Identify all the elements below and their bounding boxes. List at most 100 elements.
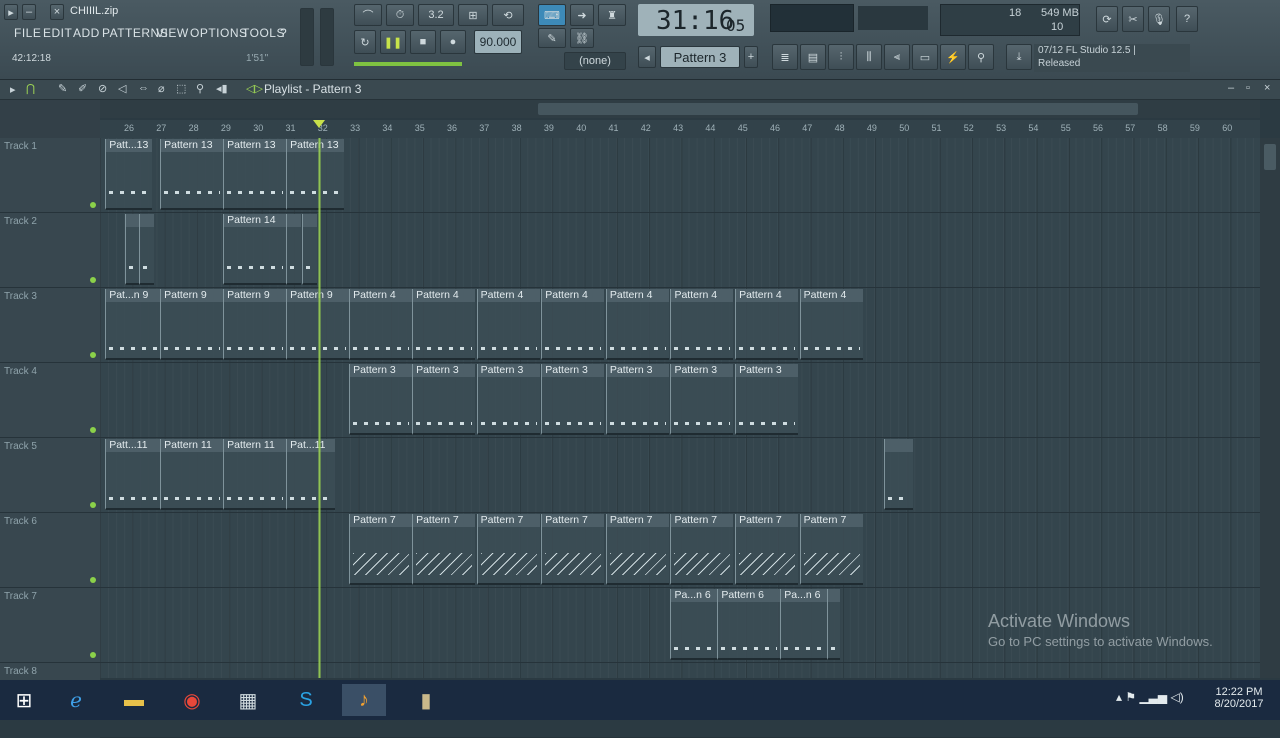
- master-pitch-slider[interactable]: [320, 8, 334, 66]
- menu-tools[interactable]: TOOLS: [242, 26, 285, 42]
- track-mute-led[interactable]: [90, 202, 96, 208]
- pattern-clip[interactable]: Pattern 4: [541, 289, 605, 360]
- link-icon[interactable]: ⛓: [570, 28, 594, 48]
- playlist-menu-arrow[interactable]: ▸: [10, 83, 16, 96]
- pattern-clip[interactable]: Pattern 7: [605, 514, 669, 585]
- plug-icon[interactable]: ⚡: [940, 44, 966, 70]
- vertical-scrollbar[interactable]: [1260, 138, 1280, 678]
- stop-button[interactable]: ■: [410, 30, 436, 54]
- piano-roll-icon[interactable]: ▤: [800, 44, 826, 70]
- record-button[interactable]: ●: [440, 30, 466, 54]
- loop-record-icon[interactable]: ⟲: [492, 4, 524, 26]
- slice-tool-icon[interactable]: ⌀: [158, 82, 165, 95]
- pattern-selector[interactable]: Pattern 3: [660, 46, 740, 68]
- timeline-ruler[interactable]: 26 27 28 29 30 31 32 33 34 35 36 37 38 39 40 41 42 43 44 45…: [100, 120, 1260, 138]
- toolbox-icon[interactable]: ▮: [404, 684, 448, 716]
- pattern-add-button[interactable]: +: [744, 46, 758, 68]
- mute-tool-icon[interactable]: ◁: [118, 82, 126, 95]
- close-icon[interactable]: ×: [50, 4, 64, 20]
- skype-icon[interactable]: S: [284, 684, 328, 716]
- menu-options[interactable]: OPTIONS: [190, 26, 248, 42]
- track-header[interactable]: Track 3: [0, 288, 100, 363]
- pattern-clip[interactable]: [827, 589, 841, 660]
- horizontal-scrollbar[interactable]: [100, 100, 1260, 118]
- channel-rack-icon[interactable]: ⫶: [828, 44, 854, 70]
- pause-button[interactable]: ❚❚: [380, 30, 406, 54]
- pattern-clip[interactable]: [302, 214, 317, 285]
- pattern-clip[interactable]: Pattern 13: [286, 139, 345, 210]
- pattern-clip[interactable]: Pattern 9: [160, 289, 224, 360]
- metronome-icon[interactable]: ⏱: [386, 4, 414, 26]
- menu-file[interactable]: FILE: [14, 26, 41, 42]
- pattern-clip[interactable]: Pattern 6: [717, 589, 781, 660]
- menu-add[interactable]: ADD: [73, 26, 100, 42]
- pattern-clip[interactable]: Patt...13: [105, 139, 153, 210]
- pencil-tool-icon[interactable]: ✎: [58, 82, 67, 95]
- track-mute-led[interactable]: [90, 277, 96, 283]
- pattern-song-toggle[interactable]: ⌒: [354, 4, 382, 26]
- paint-tool-icon[interactable]: ✐: [78, 82, 87, 95]
- pattern-clip[interactable]: Pattern 3: [476, 364, 540, 435]
- pattern-clip[interactable]: Pattern 3: [735, 364, 799, 435]
- zoom-tool-icon[interactable]: ⚲: [196, 82, 204, 95]
- magnet-icon[interactable]: ⋂: [26, 82, 35, 95]
- track-header[interactable]: Track 7: [0, 588, 100, 663]
- pattern-clip[interactable]: Pattern 14: [223, 214, 287, 285]
- refresh-icon[interactable]: ⟳: [1096, 6, 1118, 32]
- plugin-icon[interactable]: ⫷: [884, 44, 910, 70]
- windows-start-icon[interactable]: ⊞: [2, 684, 46, 716]
- microphone-icon[interactable]: 🎙: [1148, 6, 1170, 32]
- download-icon[interactable]: ⤓: [1006, 44, 1032, 70]
- pattern-clip[interactable]: Pat...n 9: [105, 289, 161, 360]
- pattern-clip[interactable]: Pattern 4: [349, 289, 413, 360]
- pattern-clip[interactable]: Pattern 4: [670, 289, 734, 360]
- track-mute-led[interactable]: [90, 427, 96, 433]
- pattern-clip[interactable]: Pa...n 6: [780, 589, 828, 660]
- file-explorer-icon[interactable]: ▬: [112, 684, 156, 716]
- horizontal-scroll-thumb[interactable]: [538, 103, 1138, 115]
- loop-button[interactable]: ↻: [354, 30, 376, 54]
- pattern-clip[interactable]: Pattern 7: [735, 514, 799, 585]
- pattern-clip[interactable]: Pattern 4: [799, 289, 863, 360]
- pattern-clip[interactable]: Pattern 4: [735, 289, 799, 360]
- pattern-clip[interactable]: [139, 214, 154, 285]
- news-panel[interactable]: 07/12 FL Studio 12.5 | Released: [1034, 44, 1190, 72]
- pattern-prev-button[interactable]: ◂: [638, 46, 656, 68]
- playlist-close-icon[interactable]: ×: [1264, 82, 1270, 94]
- playlist-arrow-icon[interactable]: ◁▷: [246, 82, 263, 95]
- pattern-clip[interactable]: Pattern 13: [223, 139, 287, 210]
- mixer-icon[interactable]: ⫼: [856, 44, 882, 70]
- hand-icon[interactable]: ♜: [598, 4, 626, 26]
- snap-dropdown[interactable]: (none): [564, 52, 626, 70]
- pattern-clip[interactable]: Pattern 13: [160, 139, 224, 210]
- select-tool-icon[interactable]: ⬚: [176, 82, 186, 95]
- pattern-clip[interactable]: Pat...11: [286, 439, 335, 510]
- track-header[interactable]: Track 4: [0, 363, 100, 438]
- position-slider[interactable]: [354, 62, 462, 66]
- pattern-clip[interactable]: Pattern 9: [223, 289, 287, 360]
- tools-icon[interactable]: ✂: [1122, 6, 1144, 32]
- vertical-scroll-thumb[interactable]: [1264, 144, 1276, 170]
- pattern-clip[interactable]: Pattern 3: [541, 364, 605, 435]
- browser-icon[interactable]: ▭: [912, 44, 938, 70]
- arrow-right-icon[interactable]: ➜: [570, 4, 594, 26]
- master-volume-slider[interactable]: [300, 8, 314, 66]
- track-mute-led[interactable]: [90, 352, 96, 358]
- pattern-clip[interactable]: Pattern 7: [349, 514, 413, 585]
- lamp-icon[interactable]: ⚲: [968, 44, 994, 70]
- pattern-clip[interactable]: Patt...11: [105, 439, 161, 510]
- pattern-clip[interactable]: Pattern 4: [412, 289, 476, 360]
- fl-studio-icon[interactable]: ♪: [342, 684, 386, 716]
- clock[interactable]: 12:22 PM 8/20/2017: [1212, 686, 1266, 710]
- pattern-clip[interactable]: Pattern 11: [223, 439, 287, 510]
- pattern-clip[interactable]: Pattern 7: [476, 514, 540, 585]
- pattern-clip[interactable]: Pattern 4: [605, 289, 669, 360]
- pattern-clip[interactable]: Pattern 3: [670, 364, 734, 435]
- pattern-clip[interactable]: Pattern 11: [160, 439, 224, 510]
- track-mute-led[interactable]: [90, 502, 96, 508]
- pattern-clip[interactable]: [124, 214, 140, 285]
- pattern-clip[interactable]: Pattern 7: [412, 514, 476, 585]
- tray-icons[interactable]: ▴ ⚑ ▁▃▅ ◁): [1116, 690, 1184, 704]
- track-mute-led[interactable]: [90, 652, 96, 658]
- internet-explorer-icon[interactable]: ℯ: [54, 684, 98, 716]
